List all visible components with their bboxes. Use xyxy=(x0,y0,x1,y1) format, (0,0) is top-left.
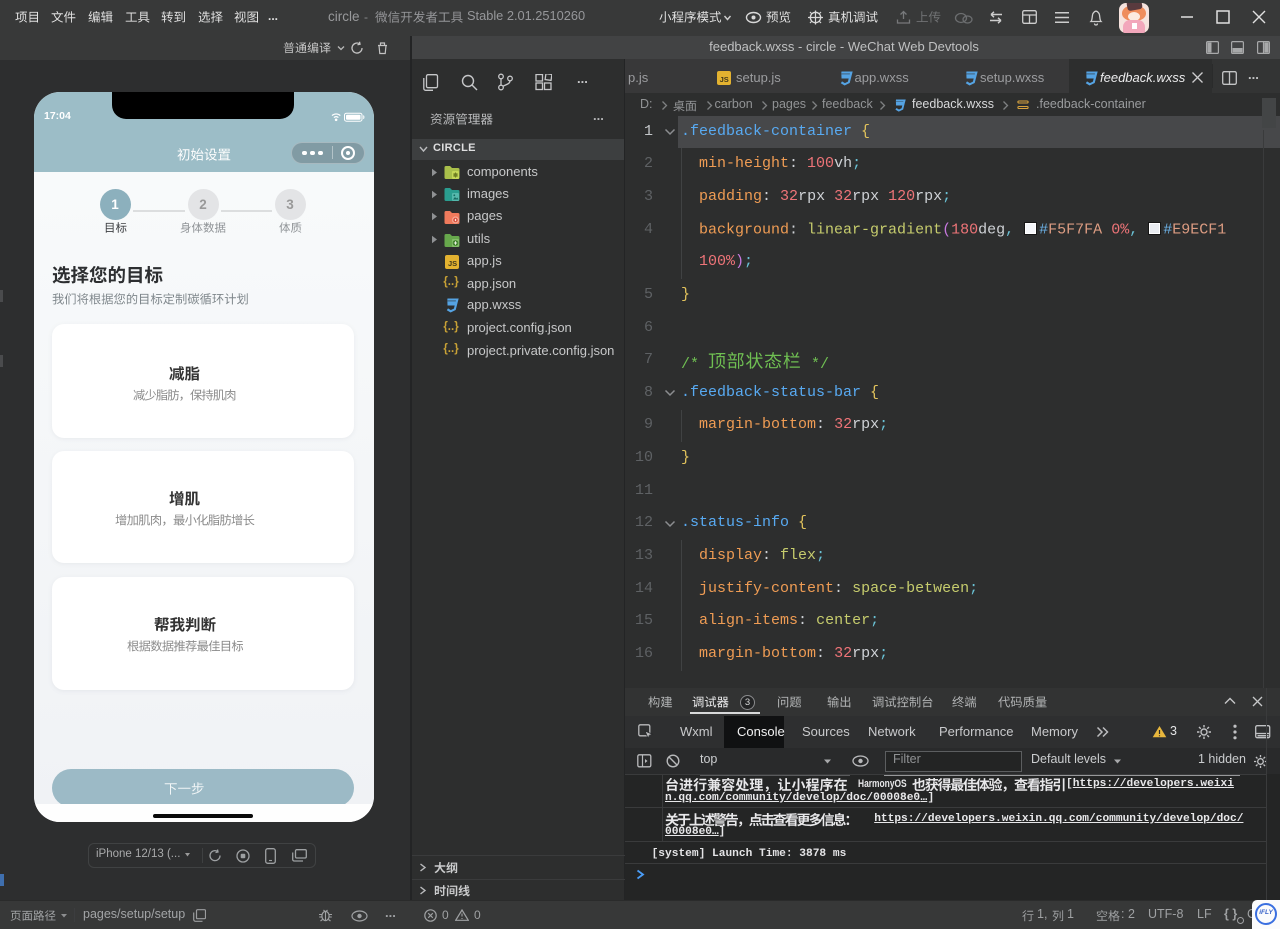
svg-text:JS: JS xyxy=(720,75,729,84)
svg-text:JS: JS xyxy=(448,259,457,268)
